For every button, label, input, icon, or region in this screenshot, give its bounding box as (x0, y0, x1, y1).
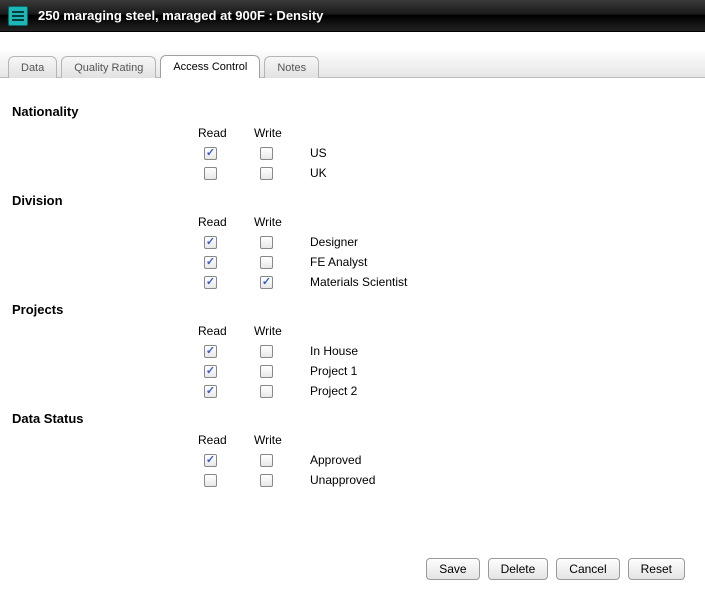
app-icon (8, 6, 28, 26)
write-checkbox[interactable] (260, 276, 273, 289)
permission-row: Project 2 (198, 381, 693, 401)
section-title: Nationality (12, 104, 693, 119)
write-checkbox[interactable] (260, 474, 273, 487)
permission-row: Materials Scientist (198, 272, 693, 292)
read-checkbox[interactable] (204, 236, 217, 249)
row-label: Project 2 (310, 384, 693, 398)
permission-row: FE Analyst (198, 252, 693, 272)
write-checkbox[interactable] (260, 236, 273, 249)
read-checkbox[interactable] (204, 454, 217, 467)
cancel-button[interactable]: Cancel (556, 558, 619, 580)
read-checkbox[interactable] (204, 167, 217, 180)
permission-row: Unapproved (198, 470, 693, 490)
tab-quality-rating[interactable]: Quality Rating (61, 56, 156, 78)
col-read-header: Read (198, 215, 254, 229)
read-checkbox[interactable] (204, 385, 217, 398)
permission-grid: ReadWriteUSUK (198, 123, 693, 183)
permission-row: Designer (198, 232, 693, 252)
row-label: UK (310, 166, 693, 180)
page-title: 250 maraging steel, maraged at 900F : De… (38, 8, 323, 23)
write-checkbox[interactable] (260, 256, 273, 269)
row-label: In House (310, 344, 693, 358)
write-checkbox[interactable] (260, 167, 273, 180)
write-checkbox[interactable] (260, 365, 273, 378)
permission-row: US (198, 143, 693, 163)
grid-header: ReadWrite (198, 212, 693, 232)
row-label: Designer (310, 235, 693, 249)
delete-button[interactable]: Delete (488, 558, 549, 580)
read-checkbox[interactable] (204, 345, 217, 358)
tab-bar: DataQuality RatingAccess ControlNotes (0, 50, 705, 78)
row-label: Project 1 (310, 364, 693, 378)
read-checkbox[interactable] (204, 256, 217, 269)
write-checkbox[interactable] (260, 147, 273, 160)
grid-header: ReadWrite (198, 321, 693, 341)
permission-grid: ReadWriteIn HouseProject 1Project 2 (198, 321, 693, 401)
write-checkbox[interactable] (260, 454, 273, 467)
permission-row: Project 1 (198, 361, 693, 381)
col-write-header: Write (254, 126, 310, 140)
col-read-header: Read (198, 126, 254, 140)
permission-grid: ReadWriteApprovedUnapproved (198, 430, 693, 490)
write-checkbox[interactable] (260, 345, 273, 358)
col-write-header: Write (254, 433, 310, 447)
permission-row: Approved (198, 450, 693, 470)
write-checkbox[interactable] (260, 385, 273, 398)
row-label: Materials Scientist (310, 275, 693, 289)
permission-grid: ReadWriteDesignerFE AnalystMaterials Sci… (198, 212, 693, 292)
read-checkbox[interactable] (204, 276, 217, 289)
grid-header: ReadWrite (198, 430, 693, 450)
row-label: US (310, 146, 693, 160)
tab-access-control[interactable]: Access Control (160, 55, 260, 78)
read-checkbox[interactable] (204, 147, 217, 160)
col-write-header: Write (254, 215, 310, 229)
reset-button[interactable]: Reset (628, 558, 685, 580)
tab-data[interactable]: Data (8, 56, 57, 78)
row-label: Unapproved (310, 473, 693, 487)
col-write-header: Write (254, 324, 310, 338)
tab-notes[interactable]: Notes (264, 56, 319, 78)
section-title: Projects (12, 302, 693, 317)
section-title: Division (12, 193, 693, 208)
section-title: Data Status (12, 411, 693, 426)
grid-header: ReadWrite (198, 123, 693, 143)
read-checkbox[interactable] (204, 474, 217, 487)
content-area: NationalityReadWriteUSUKDivisionReadWrit… (0, 78, 705, 550)
read-checkbox[interactable] (204, 365, 217, 378)
footer-buttons: Save Delete Cancel Reset (0, 550, 705, 596)
row-label: Approved (310, 453, 693, 467)
permission-row: UK (198, 163, 693, 183)
title-bar: 250 maraging steel, maraged at 900F : De… (0, 0, 705, 32)
col-read-header: Read (198, 433, 254, 447)
save-button[interactable]: Save (426, 558, 479, 580)
row-label: FE Analyst (310, 255, 693, 269)
col-read-header: Read (198, 324, 254, 338)
permission-row: In House (198, 341, 693, 361)
